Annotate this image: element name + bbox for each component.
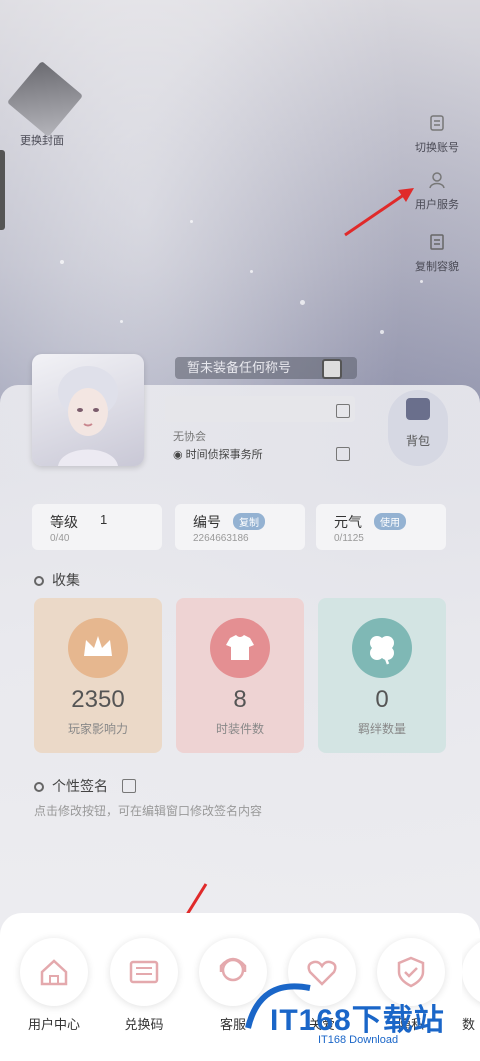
home-icon (20, 938, 88, 1006)
id-stat: 编号 复制 2264663186 (175, 504, 305, 550)
change-cover-button[interactable]: 更换封面 (6, 60, 84, 148)
user-center-label: 用户中心 (27, 1017, 80, 1032)
influence-label: 玩家影响力 (67, 722, 128, 736)
influence-value: 2350 (71, 686, 125, 713)
bag-icon (406, 398, 430, 420)
studio-row: ◉ 时间侦探事务所 (173, 446, 263, 462)
studio-label: 时间侦探事务所 (185, 449, 263, 461)
redeem-code-button[interactable]: 兑换码 (109, 938, 179, 1033)
level-title: 等级 (50, 514, 78, 530)
energy-stat: 元气 使用 0/1125 (316, 504, 446, 550)
signature-edit-icon[interactable] (121, 779, 136, 793)
collection-heading: 收集 (34, 570, 80, 590)
location-pin-icon: ◉ (173, 449, 186, 461)
watermark-text: IT168下载站 (270, 1004, 445, 1037)
switch-account-button[interactable]: 切换账号 (412, 113, 462, 155)
avatar-portrait-icon (58, 366, 118, 466)
id-title: 编号 (193, 514, 221, 530)
outfits-label: 时装件数 (215, 722, 264, 736)
bonds-value: 0 (375, 686, 389, 713)
studio-edit-icon[interactable] (336, 447, 350, 461)
redeem-code-label: 兑换码 (124, 1017, 164, 1032)
signature-hint: 点击修改按钮，可在编辑窗口修改签名内容 (34, 804, 263, 818)
watermark-subtext: IT168 Download (318, 1034, 399, 1046)
level-stat: 等级 1 0/40 (32, 504, 162, 550)
shirt-icon (210, 618, 270, 678)
level-progress: 0/40 (50, 533, 70, 544)
annotation-arrow-top (344, 188, 414, 237)
bag-label: 背包 (405, 434, 430, 448)
use-energy-button[interactable]: 使用 (374, 513, 406, 530)
level-value: 1 (100, 512, 108, 527)
collection-card-bonds[interactable]: 0 羁绊数量 (318, 598, 446, 753)
section-dot-icon (34, 782, 44, 793)
user-icon (429, 172, 445, 189)
user-center-button[interactable]: 用户中心 (19, 938, 89, 1033)
crown-icon (68, 618, 128, 678)
bag-button[interactable]: 背包 (388, 390, 448, 466)
collection-card-outfits[interactable]: 8 时装件数 (176, 598, 304, 753)
signature-heading: 个性签名 (34, 776, 136, 796)
title-edit-icon[interactable] (322, 359, 342, 379)
name-edit-icon[interactable] (336, 404, 350, 418)
collection-title: 收集 (52, 572, 80, 588)
association-label: 无协会 (173, 431, 206, 443)
energy-title: 元气 (334, 514, 362, 530)
copy-id-button[interactable]: 复制 (233, 513, 265, 530)
side-tab-handle[interactable] (0, 150, 5, 230)
change-cover-label: 更换封面 (20, 134, 64, 147)
section-dot-icon (34, 576, 44, 587)
avatar[interactable] (32, 354, 144, 466)
copy-icon (430, 234, 444, 250)
collection-card-influence[interactable]: 2350 玩家影响力 (34, 598, 162, 753)
player-name-field[interactable] (165, 396, 355, 422)
id-value: 2264663186 (193, 533, 249, 544)
switch-account-label: 切换账号 (415, 141, 459, 154)
signature-title: 个性签名 (52, 778, 108, 794)
bonds-label: 羁绊数量 (357, 722, 406, 736)
copy-info-label: 复制容貌 (415, 260, 459, 273)
user-service-label: 用户服务 (415, 198, 459, 211)
ticket-icon (110, 938, 178, 1006)
energy-value: 0/1125 (334, 533, 364, 544)
clover-icon (352, 618, 412, 678)
outfits-value: 8 (233, 686, 247, 713)
switch-icon (430, 115, 444, 131)
